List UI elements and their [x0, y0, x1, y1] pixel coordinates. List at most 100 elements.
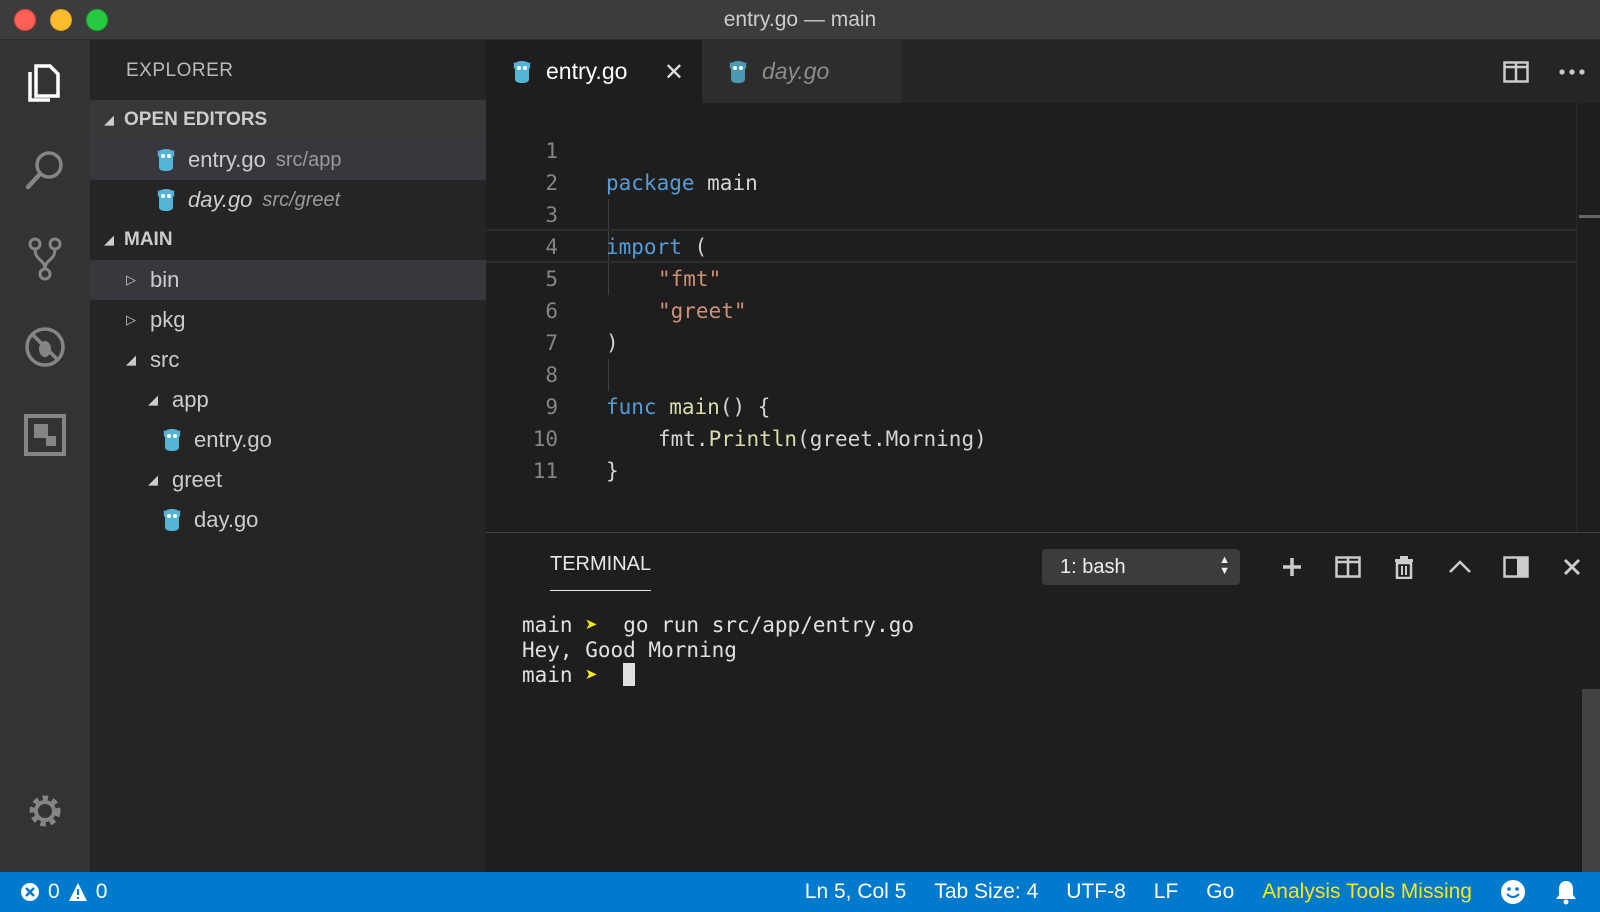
editor-actions — [1488, 40, 1600, 103]
window-title: entry.go — main — [723, 8, 877, 31]
problems-indicator[interactable]: 0 0 — [20, 872, 107, 912]
feedback-button[interactable] — [1500, 879, 1526, 905]
select-arrows-icon: ▲ ▼ — [1219, 554, 1230, 577]
editor-group: entry.go ✕ day.go 1 package main 2 3 imp… — [486, 40, 1600, 532]
bell-icon — [1556, 881, 1576, 905]
close-icon[interactable]: ✕ — [664, 58, 684, 87]
prompt-arrow: ➤ — [585, 613, 598, 637]
gopher-icon — [163, 509, 181, 531]
activity-bar — [0, 40, 90, 872]
tree-item-day-go[interactable]: day.go — [90, 500, 486, 540]
terminal-select[interactable]: 1: bash ▲ ▼ — [1042, 549, 1240, 585]
prompt-dir: main — [522, 663, 573, 687]
gopher-icon — [163, 429, 181, 451]
open-editor-item-day[interactable]: day.go src/greet — [90, 180, 486, 220]
tab-label: day.go — [762, 58, 830, 84]
more-actions-button[interactable] — [1544, 68, 1600, 76]
warning-count: 0 — [95, 880, 108, 903]
tree-item-label: src — [150, 347, 180, 372]
open-editor-path: src/greet — [262, 188, 341, 211]
activity-source-control[interactable] — [0, 223, 90, 293]
tab-label: entry.go — [546, 58, 628, 84]
gopher-icon — [729, 60, 747, 83]
close-panel-button[interactable] — [1544, 558, 1600, 576]
activity-explorer[interactable] — [0, 48, 90, 118]
activity-extensions[interactable] — [0, 400, 90, 470]
language-mode[interactable]: Go — [1206, 880, 1234, 904]
debug-icon — [25, 327, 65, 367]
gopher-icon — [513, 60, 531, 83]
error-count: 0 — [48, 880, 60, 903]
tree-item-greet[interactable]: ◢ greet — [90, 460, 486, 500]
split-terminal-button[interactable] — [1320, 556, 1376, 578]
terminal-output[interactable]: main ➤ go run src/app/entry.go Hey, Good… — [522, 613, 914, 688]
toggle-panel-position-button[interactable] — [1488, 556, 1544, 578]
terminal-line: Hey, Good Morning — [522, 638, 914, 663]
open-editor-path: src/app — [275, 148, 342, 171]
main-folder-header[interactable]: ◢ MAIN — [90, 220, 486, 260]
code-line: 8 func main() { — [486, 327, 1576, 419]
tree-item-entry-go[interactable]: entry.go — [90, 420, 486, 460]
analysis-tools-missing[interactable]: Analysis Tools Missing — [1262, 880, 1472, 904]
tab-day-go[interactable]: day.go — [702, 40, 902, 103]
editor-scrollbar[interactable] — [1576, 103, 1600, 532]
tab-terminal[interactable]: TERMINAL — [550, 553, 652, 591]
code-line: 7 — [486, 295, 1576, 355]
tree-item-bin[interactable]: ▷ bin — [90, 260, 486, 300]
line-number: 11 — [532, 459, 558, 483]
open-editor-name: day.go — [188, 187, 253, 212]
terminal-scrollbar[interactable] — [1582, 689, 1600, 872]
tree-item-label: bin — [150, 267, 180, 292]
activity-debug[interactable] — [0, 312, 90, 382]
open-editor-item-entry[interactable]: entry.go src/app — [90, 140, 486, 180]
chevron-down-icon: ◢ — [104, 112, 114, 127]
terminal-select-value: 1: bash — [1060, 555, 1126, 578]
notifications-button[interactable] — [1554, 879, 1578, 905]
chevron-down-icon: ◢ — [148, 472, 158, 487]
code-line: 10 } — [486, 391, 1576, 483]
tree-item-label: greet — [172, 467, 223, 492]
terminal-line: main ➤ — [522, 663, 914, 688]
chevron-right-icon: ▷ — [126, 272, 136, 287]
open-editors-header[interactable]: ◢ OPEN EDITORS — [90, 100, 486, 140]
terminal-command: go run src/app/entry.go — [623, 613, 914, 637]
code-line-current: 5 "greet" — [486, 229, 1576, 323]
code-line: 4 "fmt" — [486, 199, 1576, 291]
tab-size[interactable]: Tab Size: 4 — [934, 880, 1038, 904]
chevron-down-icon: ◢ — [104, 232, 114, 247]
maximize-panel-button[interactable] — [1432, 560, 1488, 574]
chevron-down-icon: ◢ — [126, 352, 136, 367]
panel-toggle-icon — [1503, 556, 1529, 578]
editor-tabs: entry.go ✕ day.go — [486, 40, 1600, 103]
encoding[interactable]: UTF-8 — [1066, 880, 1126, 904]
status-right: Ln 5, Col 5 Tab Size: 4 UTF-8 LF Go Anal… — [777, 872, 1578, 912]
tree-item-label: day.go — [194, 507, 259, 532]
activity-search[interactable] — [0, 135, 90, 205]
sidebar-title: EXPLORER — [126, 60, 234, 81]
activity-settings[interactable] — [0, 776, 90, 846]
tab-entry-go[interactable]: entry.go ✕ — [486, 40, 702, 103]
tree-item-app[interactable]: ◢ app — [90, 380, 486, 420]
code-line: 11 — [486, 423, 1576, 483]
status-bar: 0 0 Ln 5, Col 5 Tab Size: 4 UTF-8 LF Go … — [0, 872, 1600, 912]
split-editor-button[interactable] — [1488, 60, 1544, 83]
tree-item-pkg[interactable]: ▷ pkg — [90, 300, 486, 340]
tree-item-label: entry.go — [194, 427, 272, 452]
extensions-icon — [24, 414, 66, 456]
tree-item-src[interactable]: ◢ src — [90, 340, 486, 380]
kill-terminal-button[interactable] — [1376, 555, 1432, 579]
terminal-output-text: Hey, Good Morning — [522, 638, 737, 662]
new-terminal-button[interactable] — [1264, 556, 1320, 578]
open-editors-label: OPEN EDITORS — [124, 109, 268, 130]
code-line: 9 fmt.Println(greet.Morning) — [486, 359, 1576, 451]
line-ending[interactable]: LF — [1154, 880, 1179, 904]
code-line: 2 — [486, 135, 1576, 195]
error-icon — [21, 883, 39, 901]
more-icon — [1559, 68, 1585, 75]
search-icon — [25, 151, 63, 190]
cursor-position[interactable]: Ln 5, Col 5 — [805, 880, 907, 904]
code-editor[interactable]: 1 package main 2 3 import ( 4 "fmt" 5 "g… — [486, 103, 1576, 532]
plus-icon — [1283, 558, 1301, 576]
code-line: 6 ) — [486, 263, 1576, 355]
tree-item-label: pkg — [150, 307, 186, 332]
